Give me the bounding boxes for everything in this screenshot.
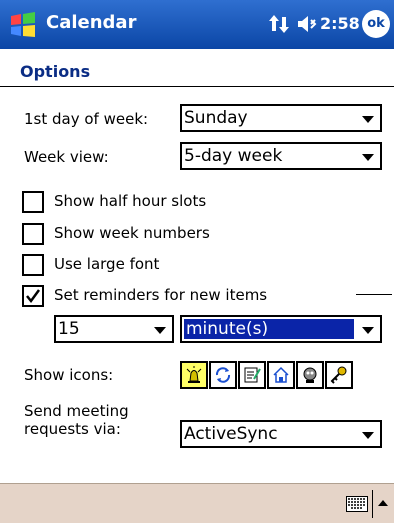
send-meeting-value: ActiveSync (184, 424, 278, 444)
key-icon[interactable] (325, 361, 353, 389)
show-icons-label: Show icons: (24, 366, 114, 384)
icon-toolbar (180, 361, 354, 389)
first-day-label: 1st day of week: (24, 110, 149, 128)
dropdown-arrow-icon[interactable] (362, 154, 374, 161)
input-panel-arrow-icon[interactable] (378, 500, 388, 506)
divider (0, 86, 394, 87)
reminder-unit-select[interactable]: minute(s) (180, 315, 382, 343)
title-bar: Calendar 2:58 ok (0, 0, 394, 49)
week-view-label: Week view: (24, 148, 109, 166)
half-hour-label[interactable]: Show half hour slots (54, 192, 206, 210)
divider (356, 294, 392, 295)
reminder-amount-select[interactable]: 15 (54, 315, 174, 343)
keyboard-icon[interactable] (346, 496, 368, 512)
dropdown-arrow-icon[interactable] (154, 327, 166, 334)
checkmark-icon (26, 289, 41, 304)
page-title: Options (20, 62, 91, 81)
alarm-icon[interactable] (180, 361, 208, 389)
week-view-select[interactable]: 5-day week (180, 142, 382, 170)
volume-icon[interactable] (296, 13, 320, 35)
first-day-value: Sunday (184, 108, 248, 128)
connectivity-icon[interactable] (268, 13, 290, 35)
reminders-checkbox[interactable] (22, 285, 44, 307)
home-icon[interactable] (267, 361, 295, 389)
first-day-select[interactable]: Sunday (180, 104, 382, 132)
week-view-value: 5-day week (184, 146, 283, 166)
week-numbers-checkbox[interactable] (22, 223, 44, 245)
start-menu-icon[interactable] (8, 10, 38, 40)
menu-bar (0, 483, 394, 523)
clock-time[interactable]: 2:58 (320, 14, 360, 33)
week-numbers-label[interactable]: Show week numbers (54, 224, 210, 242)
private-icon[interactable] (296, 361, 324, 389)
reminder-amount-value: 15 (58, 319, 80, 339)
dropdown-arrow-icon[interactable] (362, 432, 374, 439)
dropdown-arrow-icon[interactable] (362, 116, 374, 123)
send-meeting-select[interactable]: ActiveSync (180, 420, 382, 448)
recurring-icon[interactable] (209, 361, 237, 389)
large-font-label[interactable]: Use large font (54, 255, 159, 273)
large-font-checkbox[interactable] (22, 254, 44, 276)
reminder-unit-value: minute(s) (184, 319, 354, 339)
notes-icon[interactable] (238, 361, 266, 389)
send-meeting-label-line2: requests via: (24, 420, 121, 438)
send-meeting-label: Send meeting (24, 402, 129, 420)
half-hour-checkbox[interactable] (22, 191, 44, 213)
ok-button[interactable]: ok (362, 10, 390, 38)
dropdown-arrow-icon[interactable] (362, 327, 374, 334)
divider (372, 490, 373, 518)
reminders-label[interactable]: Set reminders for new items (54, 286, 267, 304)
app-title: Calendar (46, 12, 137, 33)
